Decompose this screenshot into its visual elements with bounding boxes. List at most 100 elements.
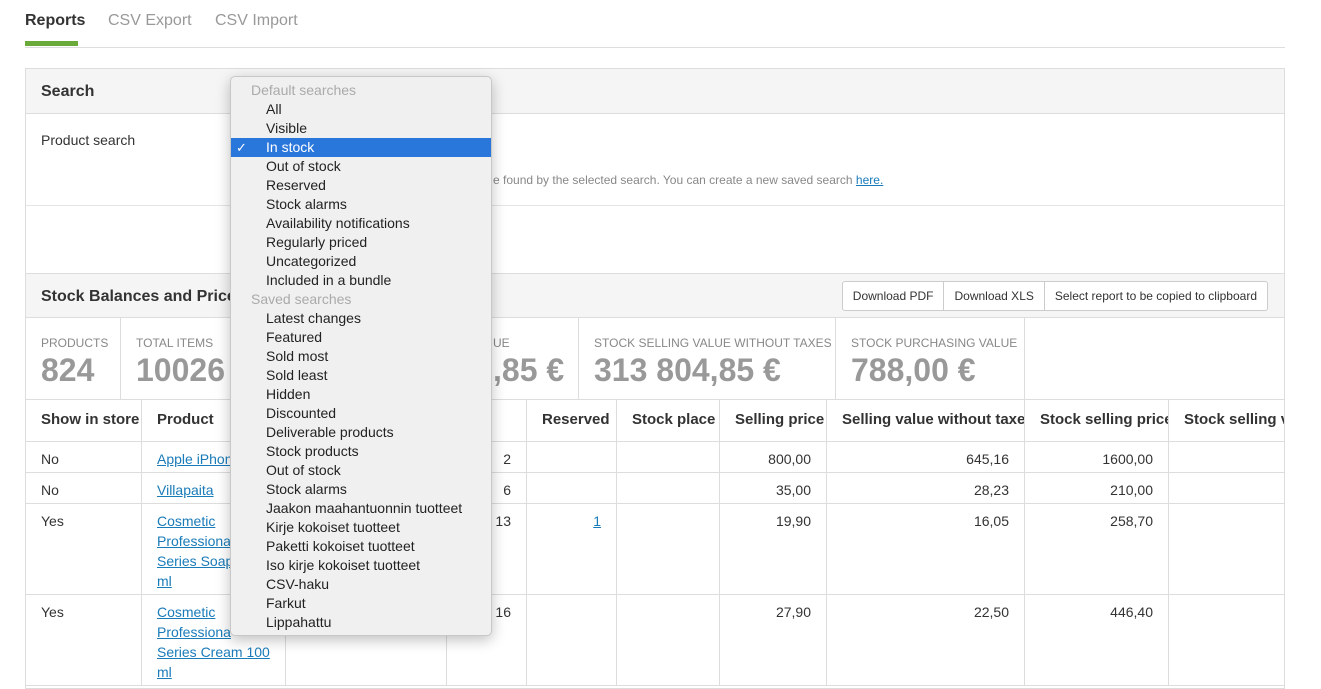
download-xls-button[interactable]: Download XLS: [943, 281, 1045, 311]
dropdown-option[interactable]: Out of stock: [231, 461, 491, 480]
dropdown-option[interactable]: Visible: [231, 119, 491, 138]
dropdown-option[interactable]: Jaakon maahantuonnin tuotteet: [231, 499, 491, 518]
cell-selling-value: 16,05: [827, 504, 1025, 594]
dropdown-group-default: Default searches: [251, 82, 357, 98]
cell-text: Yes: [41, 604, 64, 620]
divider: [26, 205, 1284, 206]
product-link[interactable]: Villapaita: [157, 482, 214, 498]
dropdown-option[interactable]: Sold least: [231, 366, 491, 385]
column-header[interactable]: Selling price: [720, 400, 827, 441]
column-header[interactable]: Stock selling val: [1169, 400, 1284, 441]
download-pdf-button[interactable]: Download PDF: [841, 281, 945, 311]
stat-label: UE: [493, 336, 510, 350]
column-header[interactable]: Reserved: [527, 400, 617, 441]
reserved-link[interactable]: 1: [593, 513, 601, 529]
cell-text: 446,40: [1110, 604, 1153, 620]
saved-search-help: e found by the selected search. You can …: [493, 173, 883, 187]
dropdown-option[interactable]: Sold most: [231, 347, 491, 366]
dropdown-option[interactable]: Iso kirje kokoiset tuotteet: [231, 556, 491, 575]
dropdown-option[interactable]: Out of stock: [231, 157, 491, 176]
product-search-label: Product search: [41, 132, 136, 148]
cell-stock-place: [617, 473, 720, 503]
cell-text: 16,05: [973, 513, 1009, 529]
table-row: Yes Cosmetic Professiona Series Soap ml 13 …: [26, 504, 1284, 595]
dropdown-option[interactable]: Discounted: [231, 404, 491, 423]
cell-show-in-store: No: [26, 442, 142, 472]
cell-stock-selling-value: [1169, 473, 1284, 503]
copy-to-clipboard-button[interactable]: Select report to be copied to clipboard: [1043, 281, 1268, 311]
dropdown-option[interactable]: Farkut: [231, 594, 491, 613]
cell-stock-selling-price: 1600,00: [1025, 442, 1169, 472]
dropdown-option[interactable]: Kirje kokoiset tuotteet: [231, 518, 491, 537]
cell-text: 35,00: [775, 482, 811, 498]
product-link[interactable]: Cosmetic Professiona Series Soap ml: [157, 513, 233, 589]
cell-stock-place: [617, 442, 720, 472]
dropdown-option[interactable]: Reserved: [231, 176, 491, 195]
cell-show-in-store: No: [26, 473, 142, 503]
table-header-row: Show in store Product ock Reserved Stock…: [26, 400, 1284, 442]
cell-stock-selling-value: [1169, 442, 1284, 472]
dropdown-option[interactable]: Hidden: [231, 385, 491, 404]
cell-text: 1600,00: [1102, 451, 1153, 467]
active-tab-indicator: [25, 41, 78, 46]
product-line: Professiona: [157, 533, 231, 549]
dropdown-option[interactable]: Stock products: [231, 442, 491, 461]
column-header[interactable]: Selling value without taxes: [827, 400, 1025, 441]
dropdown-option-selected[interactable]: ✓ In stock: [231, 138, 491, 157]
column-header[interactable]: Show in store: [26, 400, 142, 441]
dropdown-option[interactable]: CSV-haku: [231, 575, 491, 594]
column-header[interactable]: Stock place: [617, 400, 720, 441]
dropdown-option[interactable]: Stock alarms: [231, 480, 491, 499]
dropdown-option[interactable]: Latest changes: [231, 309, 491, 328]
product-link[interactable]: Apple iPhon: [157, 451, 233, 467]
cell-selling-value: 28,23: [827, 473, 1025, 503]
cell-stock-place: [617, 595, 720, 685]
cell-selling-price: 800,00: [720, 442, 827, 472]
search-header: Search: [26, 69, 1284, 114]
cell-selling-price: 27,90: [720, 595, 827, 685]
cell-selling-value: 645,16: [827, 442, 1025, 472]
stat-label: STOCK PURCHASING VALUE: [851, 336, 1018, 350]
stat-purchasing-value: STOCK PURCHASING VALUE 788,00 €: [836, 318, 1025, 400]
column-header[interactable]: Stock selling price: [1025, 400, 1169, 441]
stat-value: ,85 €: [493, 352, 565, 388]
product-line: ml: [157, 664, 172, 680]
saved-search-dropdown[interactable]: Default searches All Visible ✓ In stock …: [230, 76, 492, 636]
dropdown-option[interactable]: Paketti kokoiset tuotteet: [231, 537, 491, 556]
dropdown-option[interactable]: Included in a bundle: [231, 271, 491, 290]
product-line: ml: [157, 573, 172, 589]
cell-stock-selling-price: 446,40: [1025, 595, 1169, 685]
cell-show-in-store: Yes: [26, 504, 142, 594]
stat-value: 788,00 €: [851, 352, 976, 388]
table-row: No Apple iPhon 2 800,00 645,16 1600,00: [26, 442, 1284, 473]
product-line: Professiona: [157, 624, 231, 640]
dropdown-option[interactable]: Regularly priced: [231, 233, 491, 252]
tab-csv-export[interactable]: CSV Export: [108, 12, 192, 30]
dropdown-option[interactable]: Lippahattu: [231, 613, 491, 632]
dropdown-option[interactable]: Stock alarms: [231, 195, 491, 214]
checkmark-icon: ✓: [236, 140, 247, 155]
cell-text: 28,23: [973, 482, 1009, 498]
product-line: Series Cream 100: [157, 644, 270, 660]
create-saved-search-link[interactable]: here.: [856, 173, 883, 187]
cell-reserved: [527, 442, 617, 472]
cell-reserved: 1: [527, 504, 617, 594]
cell-stock-selling-price: 210,00: [1025, 473, 1169, 503]
dropdown-option[interactable]: Featured: [231, 328, 491, 347]
stat-selling-value-wo-tax: STOCK SELLING VALUE WITHOUT TAXES 313 80…: [579, 318, 836, 400]
dropdown-option[interactable]: Deliverable products: [231, 423, 491, 442]
cell-text: 800,00: [768, 451, 811, 467]
tab-bar: Reports CSV Export CSV Import: [25, 0, 1285, 48]
product-line: Series Soap: [157, 553, 234, 569]
dropdown-option[interactable]: Availability notifications: [231, 214, 491, 233]
cell-stock-place: [617, 504, 720, 594]
stat-label: TOTAL ITEMS: [136, 336, 214, 350]
stat-label: STOCK SELLING VALUE WITHOUT TAXES: [594, 336, 832, 350]
report-title: Stock Balances and Prices 2: [41, 288, 258, 305]
dropdown-option[interactable]: Uncategorized: [231, 252, 491, 271]
cell-stock-selling-value: [1169, 504, 1284, 594]
tab-csv-import[interactable]: CSV Import: [215, 12, 298, 30]
dropdown-option[interactable]: All: [231, 100, 491, 119]
tab-reports[interactable]: Reports: [25, 12, 85, 30]
stat-label: PRODUCTS: [41, 336, 109, 350]
